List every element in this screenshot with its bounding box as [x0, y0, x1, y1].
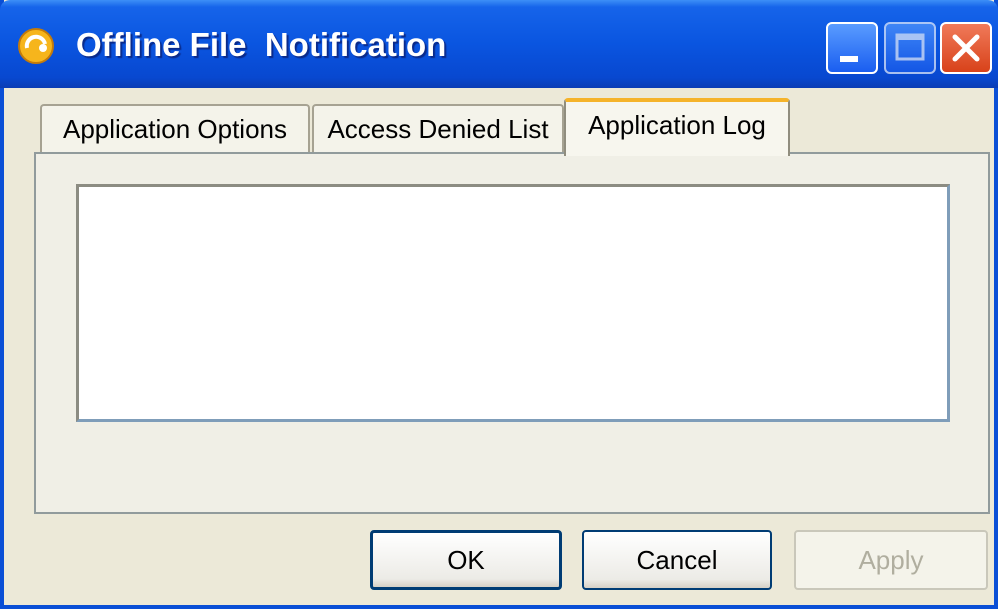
ok-button[interactable]: OK: [370, 530, 562, 590]
tab-access-denied-list[interactable]: Access Denied List: [312, 104, 564, 154]
window-title: Offline File Notification: [76, 26, 447, 63]
tab-application-log[interactable]: Application Log: [564, 98, 790, 156]
minimize-icon: [840, 56, 858, 62]
close-icon: [952, 34, 980, 62]
maximize-icon: [895, 33, 925, 61]
maximize-button[interactable]: [884, 22, 936, 74]
tab-application-options[interactable]: Application Options: [40, 104, 310, 154]
application-log-panel: [34, 152, 990, 514]
cancel-button[interactable]: Cancel: [582, 530, 772, 590]
close-button[interactable]: [940, 22, 992, 74]
apply-button[interactable]: Apply: [794, 530, 988, 590]
minimize-button[interactable]: [826, 22, 878, 74]
title-bar[interactable]: Offline File Notification: [0, 0, 998, 88]
application-log-textarea[interactable]: [76, 184, 950, 422]
offline-file-app-icon: [18, 28, 54, 64]
